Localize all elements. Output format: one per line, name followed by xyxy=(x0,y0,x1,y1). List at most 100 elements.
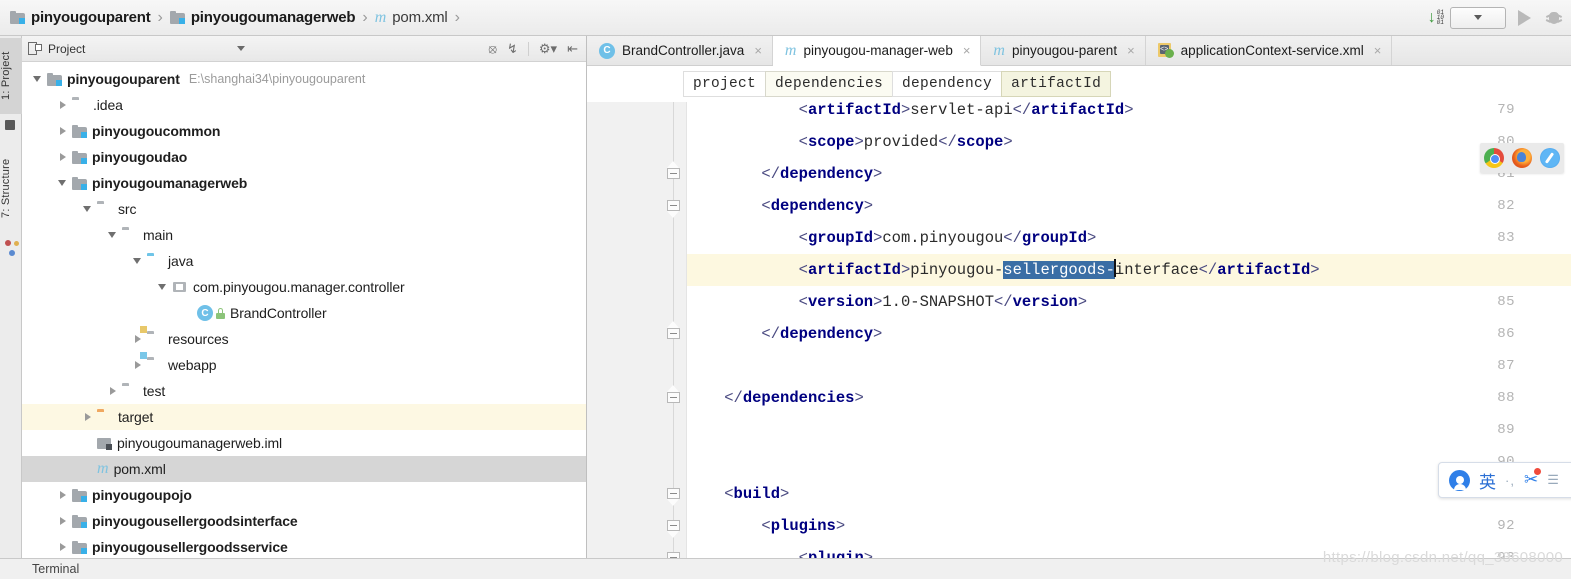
code-token-tg: dependency xyxy=(780,325,874,343)
breadcrumb-item-2[interactable]: m pom.xml xyxy=(375,0,448,36)
tree-twisty-open[interactable] xyxy=(32,73,44,85)
close-icon[interactable]: × xyxy=(1374,43,1382,58)
tree-row[interactable]: pinyougoumanagerweb xyxy=(22,170,586,196)
editor-tab-bar: C BrandController.java × m pinyougou-manager… xyxy=(587,36,1571,66)
debug-button[interactable] xyxy=(1545,10,1563,26)
chrome-icon[interactable] xyxy=(1484,148,1504,168)
code-token-tg: plugins xyxy=(770,517,836,535)
xml-breadcrumb-artifactId[interactable]: artifactId xyxy=(1001,71,1112,97)
code-editor[interactable]: 798081828384858687888990919293 <artifact… xyxy=(587,102,1571,558)
module-badge xyxy=(81,183,87,190)
tree-row[interactable]: java xyxy=(22,248,586,274)
code-token-tg: groupId xyxy=(807,229,874,247)
code-line: </dependency> xyxy=(687,318,1571,350)
tree-row[interactable]: C BrandController xyxy=(22,300,586,326)
ime-mode-label[interactable]: 英 xyxy=(1479,468,1496,493)
tree-twisty-closed[interactable] xyxy=(107,385,119,397)
xml-breadcrumb-dependency[interactable]: dependency xyxy=(892,71,1003,97)
code-line: <dependency> xyxy=(687,190,1571,222)
breadcrumb-item-0[interactable]: pinyougouparent xyxy=(10,0,151,36)
tree-row[interactable]: main xyxy=(22,222,586,248)
run-configuration-selector[interactable] xyxy=(1450,6,1506,29)
module-badge xyxy=(178,18,185,24)
xml-breadcrumb-project[interactable]: project xyxy=(683,71,767,97)
tree-twisty-open[interactable] xyxy=(157,281,169,293)
run-button[interactable] xyxy=(1518,9,1531,26)
terminal-tab[interactable]: Terminal xyxy=(0,562,79,576)
tree-row[interactable]: com.pinyougou.manager.controller xyxy=(22,274,586,300)
close-icon[interactable]: × xyxy=(754,43,762,58)
maven-icon: m xyxy=(97,460,109,477)
tree-row[interactable]: m pom.xml xyxy=(22,456,586,482)
editor-tab-2[interactable]: m pinyougou-parent × xyxy=(981,36,1146,65)
fold-marker-up[interactable] xyxy=(667,385,680,403)
tree-row[interactable]: pinyougousellergoodsinterface xyxy=(22,508,586,534)
hide-panel-icon[interactable]: ⇤ xyxy=(567,42,578,55)
fold-marker-down[interactable] xyxy=(667,488,680,506)
tree-row[interactable]: webapp xyxy=(22,352,586,378)
tree-row[interactable]: test xyxy=(22,378,586,404)
tree-twisty-open[interactable] xyxy=(132,255,144,267)
tree-row[interactable]: pinyougoupojo xyxy=(22,482,586,508)
tree-twisty-closed[interactable] xyxy=(82,411,94,423)
code-token-br: < xyxy=(798,549,808,558)
settings-gear-icon[interactable]: ⚙▾ xyxy=(539,42,557,55)
tree-twisty-open[interactable] xyxy=(82,203,94,215)
editor-tab-1[interactable]: m pinyougou-manager-web × xyxy=(772,36,982,66)
tree-row[interactable]: target xyxy=(22,404,586,430)
tree-row[interactable]: src xyxy=(22,196,586,222)
close-icon[interactable]: × xyxy=(963,43,971,58)
tree-row[interactable]: pinyougoudao xyxy=(22,144,586,170)
fold-marker-down[interactable] xyxy=(667,200,680,218)
close-icon[interactable]: × xyxy=(1127,43,1135,58)
tree-twisty-closed[interactable] xyxy=(57,489,69,501)
tree-twisty-closed[interactable] xyxy=(57,125,69,137)
tree-twisty-closed[interactable] xyxy=(132,359,144,371)
collapse-all-icon[interactable]: ⦻ xyxy=(488,42,497,55)
fold-marker-up[interactable] xyxy=(667,321,680,339)
tree-row[interactable]: pinyougoumanagerweb.iml xyxy=(22,430,586,456)
safari-icon[interactable] xyxy=(1540,148,1560,168)
code-token-br: </ xyxy=(1012,102,1032,119)
fold-marker-down[interactable] xyxy=(667,520,680,538)
tree-twisty-open[interactable] xyxy=(107,229,119,241)
editor-tab-label: applicationContext-service.xml xyxy=(1180,43,1364,58)
breadcrumb-item-1[interactable]: pinyougoumanagerweb xyxy=(169,0,356,36)
xml-breadcrumb-dependencies[interactable]: dependencies xyxy=(765,71,894,97)
tree-twisty-closed[interactable] xyxy=(57,151,69,163)
expand-all-icon[interactable]: ↯ xyxy=(507,42,518,55)
tree-row[interactable]: .idea xyxy=(22,92,586,118)
code-token-br: > xyxy=(835,517,846,535)
fold-marker-up[interactable] xyxy=(667,161,680,179)
tree-row[interactable]: pinyougousellergoodsservice xyxy=(22,534,586,558)
tree-row[interactable]: resources xyxy=(22,326,586,352)
webapp-badge xyxy=(140,352,147,359)
editor-area: C BrandController.java × m pinyougou-manager… xyxy=(587,36,1571,558)
ime-logo-icon[interactable] xyxy=(1449,469,1470,491)
tree-twisty-closed[interactable] xyxy=(57,515,69,527)
chevron-down-icon[interactable] xyxy=(237,46,246,51)
project-tree[interactable]: pinyougouparent E:\shanghai34\pinyougoupa… xyxy=(22,62,586,558)
download-sources-icon[interactable]: ↓ 01 10 01 xyxy=(1428,9,1444,26)
ime-screenshot-icon[interactable]: ✂ xyxy=(1524,468,1542,490)
tree-twisty-closed[interactable] xyxy=(57,541,69,553)
tree-twisty-open[interactable] xyxy=(57,177,69,189)
firefox-icon[interactable] xyxy=(1512,148,1532,168)
sidebar-item-project[interactable]: 1: Project xyxy=(0,38,22,114)
tree-twisty-closed[interactable] xyxy=(57,99,69,111)
editor-tab-0[interactable]: C BrandController.java × xyxy=(587,36,773,65)
tree-row[interactable]: pinyougouparent E:\shanghai34\pinyougoupa… xyxy=(22,66,586,92)
code-token-txt: com.pinyougou xyxy=(882,229,1004,247)
target-folder-icon xyxy=(97,410,113,424)
editor-tab-3[interactable]: <> applicationContext-service.xml × xyxy=(1146,36,1393,65)
sidebar-item-structure[interactable]: 7: Structure xyxy=(0,142,22,234)
project-view-icon xyxy=(28,42,42,55)
ime-punctuation-toggle[interactable]: ·, xyxy=(1505,473,1515,488)
tree-row[interactable]: pinyougoucommon xyxy=(22,118,586,144)
code-line: <artifactId>servlet-api</artifactId> xyxy=(687,102,1571,126)
module-icon xyxy=(169,11,185,24)
tree-twisty-closed[interactable] xyxy=(132,333,144,345)
ime-more-icon[interactable]: ☰ xyxy=(1547,472,1560,488)
